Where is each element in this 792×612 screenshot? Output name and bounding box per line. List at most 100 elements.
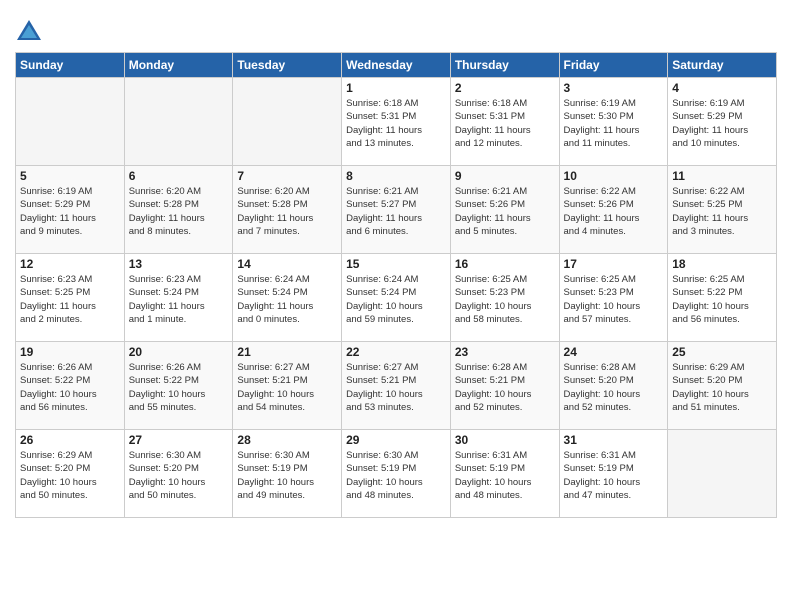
weekday-header: Saturday (668, 53, 777, 78)
calendar-cell: 10Sunrise: 6:22 AM Sunset: 5:26 PM Dayli… (559, 166, 668, 254)
calendar-cell: 20 Sunrise: 6:26 AM Sunset: 5:22 PM Dayli… (124, 342, 233, 430)
page-header (15, 10, 777, 46)
calendar-week-row: 5 Sunrise: 6:19 AM Sunset: 5:29 PM Daylig… (16, 166, 777, 254)
day-info: Sunrise: 6:23 AM Sunset: 5:25 PM Dayligh… (20, 273, 120, 326)
calendar-cell: 13 Sunrise: 6:23 AM Sunset: 5:24 PM Dayli… (124, 254, 233, 342)
logo (15, 16, 47, 46)
day-number: 1 (346, 81, 446, 95)
day-number: 20 (129, 345, 229, 359)
day-number: 2 (455, 81, 555, 95)
day-number: 16 (455, 257, 555, 271)
day-info: Sunrise: 6:29 AM Sunset: 5:20 PM Dayligh… (672, 361, 772, 414)
calendar-cell: 12 Sunrise: 6:23 AM Sunset: 5:25 PM Dayli… (16, 254, 125, 342)
day-number: 25 (672, 345, 772, 359)
day-number: 10 (564, 169, 664, 183)
calendar-cell: 29 Sunrise: 6:30 AM Sunset: 5:19 PM Dayli… (342, 430, 451, 518)
calendar-cell: 24 Sunrise: 6:28 AM Sunset: 5:20 PM Dayli… (559, 342, 668, 430)
logo-icon (15, 18, 43, 46)
day-info: Sunrise: 6:19 AM Sunset: 5:29 PM Dayligh… (672, 97, 772, 150)
calendar-cell: 26 Sunrise: 6:29 AM Sunset: 5:20 PM Dayli… (16, 430, 125, 518)
day-number: 21 (237, 345, 337, 359)
calendar-cell: 11 Sunrise: 6:22 AM Sunset: 5:25 PM Dayli… (668, 166, 777, 254)
calendar-cell: 9 Sunrise: 6:21 AM Sunset: 5:26 PM Daylig… (450, 166, 559, 254)
day-number: 12 (20, 257, 120, 271)
calendar-cell (233, 78, 342, 166)
day-number: 31 (564, 433, 664, 447)
calendar-cell: 25 Sunrise: 6:29 AM Sunset: 5:20 PM Dayli… (668, 342, 777, 430)
day-number: 3 (564, 81, 664, 95)
day-number: 26 (20, 433, 120, 447)
calendar-cell (16, 78, 125, 166)
calendar-cell: 21 Sunrise: 6:27 AM Sunset: 5:21 PM Dayli… (233, 342, 342, 430)
calendar-cell: 14 Sunrise: 6:24 AM Sunset: 5:24 PM Dayli… (233, 254, 342, 342)
day-info: Sunrise: 6:18 AM Sunset: 5:31 PM Dayligh… (346, 97, 446, 150)
day-info: Sunrise: 6:19 AM Sunset: 5:30 PM Dayligh… (564, 97, 664, 150)
calendar-cell: 19 Sunrise: 6:26 AM Sunset: 5:22 PM Dayli… (16, 342, 125, 430)
calendar-table: SundayMondayTuesdayWednesdayThursdayFrid… (15, 52, 777, 518)
calendar-week-row: 26 Sunrise: 6:29 AM Sunset: 5:20 PM Dayli… (16, 430, 777, 518)
calendar-week-row: 19 Sunrise: 6:26 AM Sunset: 5:22 PM Dayli… (16, 342, 777, 430)
calendar-cell: 15Sunrise: 6:24 AM Sunset: 5:24 PM Dayli… (342, 254, 451, 342)
day-info: Sunrise: 6:29 AM Sunset: 5:20 PM Dayligh… (20, 449, 120, 502)
day-info: Sunrise: 6:24 AM Sunset: 5:24 PM Dayligh… (237, 273, 337, 326)
day-info: Sunrise: 6:30 AM Sunset: 5:19 PM Dayligh… (237, 449, 337, 502)
calendar-cell: 30 Sunrise: 6:31 AM Sunset: 5:19 PM Dayli… (450, 430, 559, 518)
day-number: 4 (672, 81, 772, 95)
day-number: 5 (20, 169, 120, 183)
day-info: Sunrise: 6:26 AM Sunset: 5:22 PM Dayligh… (129, 361, 229, 414)
day-info: Sunrise: 6:21 AM Sunset: 5:27 PM Dayligh… (346, 185, 446, 238)
day-info: Sunrise: 6:25 AM Sunset: 5:22 PM Dayligh… (672, 273, 772, 326)
day-number: 6 (129, 169, 229, 183)
day-info: Sunrise: 6:27 AM Sunset: 5:21 PM Dayligh… (346, 361, 446, 414)
day-info: Sunrise: 6:27 AM Sunset: 5:21 PM Dayligh… (237, 361, 337, 414)
day-info: Sunrise: 6:20 AM Sunset: 5:28 PM Dayligh… (237, 185, 337, 238)
day-info: Sunrise: 6:22 AM Sunset: 5:25 PM Dayligh… (672, 185, 772, 238)
day-info: Sunrise: 6:28 AM Sunset: 5:20 PM Dayligh… (564, 361, 664, 414)
calendar-cell: 17Sunrise: 6:25 AM Sunset: 5:23 PM Dayli… (559, 254, 668, 342)
day-number: 18 (672, 257, 772, 271)
day-number: 24 (564, 345, 664, 359)
calendar-cell: 5 Sunrise: 6:19 AM Sunset: 5:29 PM Daylig… (16, 166, 125, 254)
calendar-cell: 2 Sunrise: 6:18 AM Sunset: 5:31 PM Daylig… (450, 78, 559, 166)
day-info: Sunrise: 6:19 AM Sunset: 5:29 PM Dayligh… (20, 185, 120, 238)
calendar-cell: 6Sunrise: 6:20 AM Sunset: 5:28 PM Daylig… (124, 166, 233, 254)
day-info: Sunrise: 6:26 AM Sunset: 5:22 PM Dayligh… (20, 361, 120, 414)
day-info: Sunrise: 6:18 AM Sunset: 5:31 PM Dayligh… (455, 97, 555, 150)
day-info: Sunrise: 6:30 AM Sunset: 5:19 PM Dayligh… (346, 449, 446, 502)
day-number: 7 (237, 169, 337, 183)
calendar-cell: 16Sunrise: 6:25 AM Sunset: 5:23 PM Dayli… (450, 254, 559, 342)
day-number: 23 (455, 345, 555, 359)
day-number: 19 (20, 345, 120, 359)
day-number: 11 (672, 169, 772, 183)
calendar-cell (668, 430, 777, 518)
day-number: 13 (129, 257, 229, 271)
weekday-header: Friday (559, 53, 668, 78)
calendar-cell: 3 Sunrise: 6:19 AM Sunset: 5:30 PM Daylig… (559, 78, 668, 166)
day-number: 29 (346, 433, 446, 447)
calendar-cell: 23 Sunrise: 6:28 AM Sunset: 5:21 PM Dayli… (450, 342, 559, 430)
day-number: 8 (346, 169, 446, 183)
calendar-cell: 22Sunrise: 6:27 AM Sunset: 5:21 PM Dayli… (342, 342, 451, 430)
calendar-cell: 18 Sunrise: 6:25 AM Sunset: 5:22 PM Dayli… (668, 254, 777, 342)
day-info: Sunrise: 6:24 AM Sunset: 5:24 PM Dayligh… (346, 273, 446, 326)
weekday-header: Sunday (16, 53, 125, 78)
weekday-header: Monday (124, 53, 233, 78)
day-info: Sunrise: 6:23 AM Sunset: 5:24 PM Dayligh… (129, 273, 229, 326)
weekday-header: Tuesday (233, 53, 342, 78)
day-info: Sunrise: 6:30 AM Sunset: 5:20 PM Dayligh… (129, 449, 229, 502)
day-number: 17 (564, 257, 664, 271)
day-info: Sunrise: 6:21 AM Sunset: 5:26 PM Dayligh… (455, 185, 555, 238)
calendar-cell: 8 Sunrise: 6:21 AM Sunset: 5:27 PM Daylig… (342, 166, 451, 254)
day-number: 14 (237, 257, 337, 271)
day-info: Sunrise: 6:28 AM Sunset: 5:21 PM Dayligh… (455, 361, 555, 414)
day-number: 9 (455, 169, 555, 183)
calendar-week-row: 12 Sunrise: 6:23 AM Sunset: 5:25 PM Dayli… (16, 254, 777, 342)
day-info: Sunrise: 6:31 AM Sunset: 5:19 PM Dayligh… (564, 449, 664, 502)
calendar-cell: 27Sunrise: 6:30 AM Sunset: 5:20 PM Dayli… (124, 430, 233, 518)
weekday-header: Wednesday (342, 53, 451, 78)
weekday-header: Thursday (450, 53, 559, 78)
calendar-cell: 4 Sunrise: 6:19 AM Sunset: 5:29 PM Daylig… (668, 78, 777, 166)
day-info: Sunrise: 6:31 AM Sunset: 5:19 PM Dayligh… (455, 449, 555, 502)
day-number: 30 (455, 433, 555, 447)
calendar-cell: 1 Sunrise: 6:18 AM Sunset: 5:31 PM Daylig… (342, 78, 451, 166)
